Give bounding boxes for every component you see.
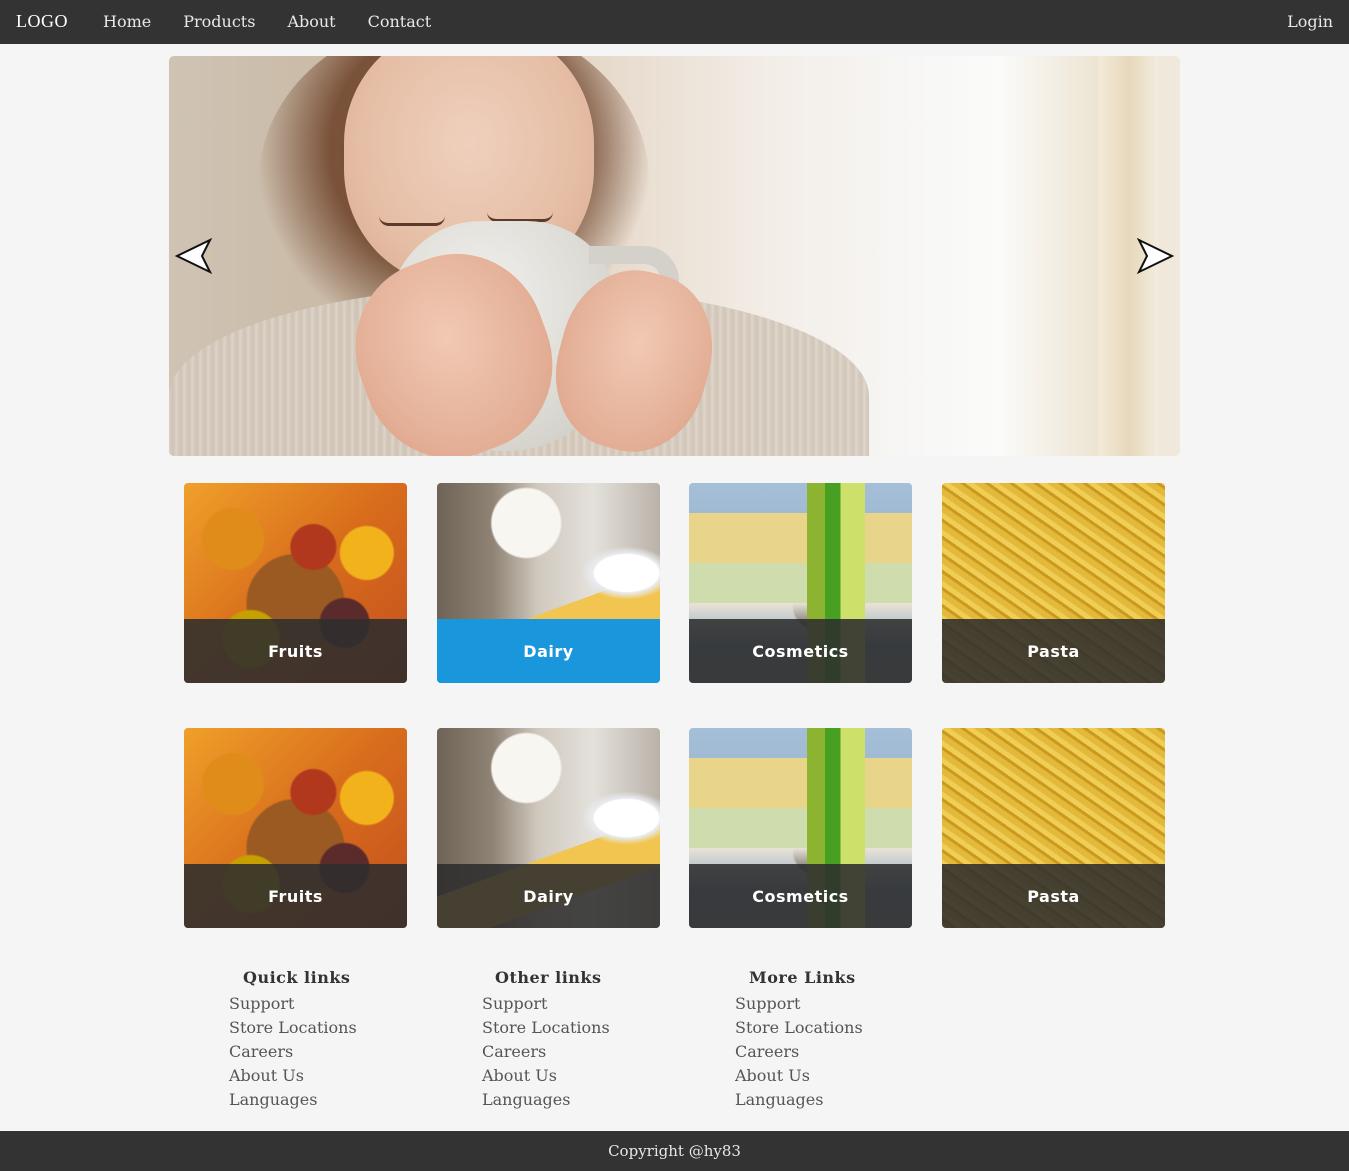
hero-carousel bbox=[169, 56, 1180, 456]
footer-link-store-locations[interactable]: Store Locations bbox=[229, 1016, 357, 1040]
footer-link-support[interactable]: Support bbox=[735, 992, 863, 1016]
category-card-pasta[interactable]: Pasta bbox=[942, 483, 1165, 683]
category-card-fruits[interactable]: Fruits bbox=[184, 483, 407, 683]
category-card-fruits[interactable]: Fruits bbox=[184, 728, 407, 928]
footer-column-title: Quick links bbox=[243, 968, 351, 987]
category-caption: Cosmetics bbox=[689, 864, 912, 928]
nav-products[interactable]: Products bbox=[183, 12, 255, 31]
footer-link-languages[interactable]: Languages bbox=[229, 1088, 357, 1112]
category-card-dairy[interactable]: Dairy bbox=[437, 483, 660, 683]
footer-column-title: More Links bbox=[749, 968, 856, 987]
category-caption-active: Dairy bbox=[437, 619, 660, 683]
category-caption: Dairy bbox=[437, 864, 660, 928]
footer-link-careers[interactable]: Careers bbox=[482, 1040, 610, 1064]
footer-link-careers[interactable]: Careers bbox=[229, 1040, 357, 1064]
copyright-text: Copyright @hy83 bbox=[608, 1142, 741, 1160]
footer-bar: Copyright @hy83 bbox=[0, 1131, 1349, 1171]
top-nav: LOGO Home Products About Contact Login bbox=[0, 0, 1349, 44]
footer-link-store-locations[interactable]: Store Locations bbox=[482, 1016, 610, 1040]
footer-column-title: Other links bbox=[495, 968, 602, 987]
category-card-cosmetics[interactable]: Cosmetics bbox=[689, 728, 912, 928]
footer-column-other-links: Other links Support Store Locations Care… bbox=[482, 968, 610, 1112]
nav-about[interactable]: About bbox=[287, 12, 335, 31]
login-link[interactable]: Login bbox=[1287, 12, 1333, 31]
footer-link-languages[interactable]: Languages bbox=[735, 1088, 863, 1112]
footer-column-quick-links: Quick links Support Store Locations Care… bbox=[229, 968, 357, 1112]
footer-link-languages[interactable]: Languages bbox=[482, 1088, 610, 1112]
footer-link-store-locations[interactable]: Store Locations bbox=[735, 1016, 863, 1040]
nav-contact[interactable]: Contact bbox=[368, 12, 432, 31]
category-caption: Pasta bbox=[942, 619, 1165, 683]
category-caption: Pasta bbox=[942, 864, 1165, 928]
footer-link-about-us[interactable]: About Us bbox=[735, 1064, 863, 1088]
category-card-dairy[interactable]: Dairy bbox=[437, 728, 660, 928]
nav-links: Home Products About Contact bbox=[103, 12, 431, 31]
category-caption: Fruits bbox=[184, 864, 407, 928]
category-row-1: Fruits Dairy Cosmetics Pasta bbox=[184, 483, 1165, 683]
footer-link-support[interactable]: Support bbox=[482, 992, 610, 1016]
category-caption: Fruits bbox=[184, 619, 407, 683]
category-card-pasta[interactable]: Pasta bbox=[942, 728, 1165, 928]
footer-link-support[interactable]: Support bbox=[229, 992, 357, 1016]
footer-link-careers[interactable]: Careers bbox=[735, 1040, 863, 1064]
arrow-right-icon[interactable] bbox=[1135, 236, 1175, 276]
nav-home[interactable]: Home bbox=[103, 12, 151, 31]
category-card-cosmetics[interactable]: Cosmetics bbox=[689, 483, 912, 683]
footer-column-more-links: More Links Support Store Locations Caree… bbox=[735, 968, 863, 1112]
footer-link-about-us[interactable]: About Us bbox=[482, 1064, 610, 1088]
logo[interactable]: LOGO bbox=[16, 11, 68, 32]
arrow-left-icon[interactable] bbox=[174, 236, 214, 276]
category-caption: Cosmetics bbox=[689, 619, 912, 683]
footer-link-about-us[interactable]: About Us bbox=[229, 1064, 357, 1088]
category-row-2: Fruits Dairy Cosmetics Pasta bbox=[184, 728, 1165, 928]
